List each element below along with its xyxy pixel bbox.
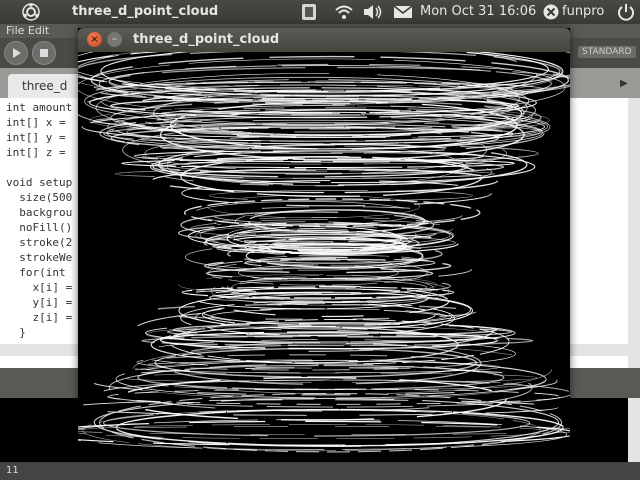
code-line: void setup	[6, 176, 73, 189]
play-icon	[13, 48, 21, 58]
clock[interactable]: Mon Oct 31 16:06	[420, 4, 536, 19]
stop-icon	[40, 49, 48, 57]
code-line: stroke(2	[6, 236, 73, 249]
sketch-window-title: three_d_point_cloud	[133, 32, 280, 47]
username[interactable]: funpro	[562, 4, 604, 19]
code-line: int[] y =	[6, 131, 66, 144]
code-line: int amount	[6, 101, 73, 114]
code-line: backgrou	[6, 206, 73, 219]
tab-sketch-label: three_d	[22, 79, 68, 93]
close-icon: ×	[90, 34, 99, 45]
code-line: for(int	[6, 266, 66, 279]
code-line: }	[6, 326, 26, 339]
mode-label[interactable]: STANDARD	[578, 46, 636, 58]
code-line: x[i] =	[6, 281, 73, 294]
close-circle-icon[interactable]	[542, 3, 560, 21]
minimize-icon: –	[111, 32, 118, 45]
code-line: size(500	[6, 191, 73, 204]
code-line: y[i] =	[6, 296, 73, 309]
line-status-bar: 11	[0, 462, 640, 480]
close-button[interactable]: ×	[87, 32, 102, 47]
active-app-title: three_d_point_cloud	[72, 4, 219, 19]
top-panel: three_d_point_cloud Mon Oct 31 16:06 fun…	[0, 0, 640, 24]
power-icon[interactable]	[617, 3, 635, 21]
editor-vertical-scrollbar[interactable]	[628, 98, 640, 368]
console-scrollbar[interactable]	[628, 398, 640, 462]
code-line: strokeWe	[6, 251, 73, 264]
code-line: int[] z =	[6, 146, 66, 159]
code-line: z[i] =	[6, 311, 73, 324]
code-line: int[] x =	[6, 116, 66, 129]
wifi-icon[interactable]	[334, 3, 354, 21]
volume-icon[interactable]	[362, 3, 384, 21]
code-lines: int amount int[] x = int[] y = int[] z = vo…	[6, 100, 72, 340]
code-line: noFill()	[6, 221, 73, 234]
sketch-canvas[interactable]	[78, 52, 570, 454]
ubuntu-logo-icon[interactable]	[22, 3, 40, 21]
ide-menu-text[interactable]: File Edit	[6, 24, 49, 37]
sketch-window[interactable]: × – three_d_point_cloud	[78, 28, 570, 454]
sketch-titlebar[interactable]: × – three_d_point_cloud	[78, 28, 570, 52]
line-number: 11	[6, 465, 19, 476]
stop-button[interactable]	[32, 41, 56, 65]
minimize-button[interactable]: –	[107, 32, 122, 47]
mail-icon[interactable]	[393, 3, 413, 21]
tab-sketch[interactable]: three_d	[8, 74, 88, 98]
tab-menu-arrow-icon[interactable]: ▶	[620, 78, 628, 89]
keyboard-layout-icon[interactable]	[300, 3, 320, 21]
run-button[interactable]	[4, 41, 28, 65]
